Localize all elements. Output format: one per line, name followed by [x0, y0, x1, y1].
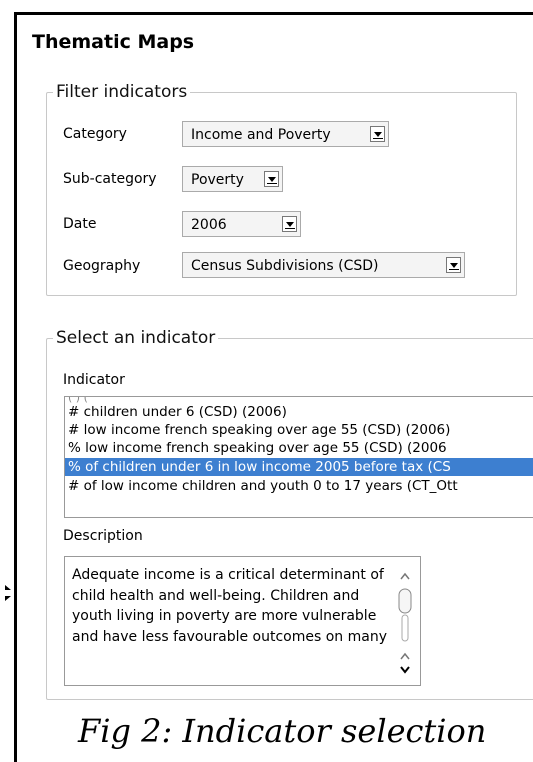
subcategory-value: Poverty — [191, 172, 244, 188]
subcategory-label: Sub-category — [63, 171, 157, 187]
list-item-selected[interactable]: % of children under 6 in low income 2005… — [65, 458, 533, 476]
figure-caption: Fig 2: Indicator selection — [78, 712, 487, 750]
geography-label: Geography — [63, 258, 141, 274]
filter-legend: Filter indicators — [56, 82, 188, 102]
description-label: Description — [63, 528, 143, 544]
category-label: Category — [63, 126, 127, 142]
category-select[interactable]: Income and Poverty — [182, 121, 389, 147]
description-text: Adequate income is a critical determinan… — [72, 567, 387, 645]
description-textarea[interactable]: Adequate income is a critical determinan… — [64, 556, 421, 686]
chevron-down-icon[interactable] — [282, 216, 297, 232]
resize-handle-icon[interactable] — [2, 582, 14, 604]
date-value: 2006 — [191, 217, 227, 233]
chevron-up-icon — [400, 572, 410, 580]
chevron-down-icon — [400, 666, 410, 674]
date-label: Date — [63, 216, 97, 232]
list-item[interactable]: % low income french speaking over age 55… — [68, 439, 447, 457]
indicator-legend: Select an indicator — [56, 328, 216, 348]
geography-value: Census Subdivisions (CSD) — [191, 258, 379, 274]
category-value: Income and Poverty — [191, 127, 331, 143]
chevron-up-icon — [400, 652, 410, 660]
geography-select[interactable]: Census Subdivisions (CSD) — [182, 252, 465, 278]
page-title: Thematic Maps — [32, 31, 195, 53]
chevron-down-icon[interactable] — [370, 126, 385, 142]
list-item[interactable]: # low income french speaking over age 55… — [68, 421, 450, 439]
chevron-down-icon[interactable] — [446, 257, 461, 273]
list-item[interactable]: # of low income children and youth 0 to … — [68, 477, 458, 495]
scroll-thumb — [398, 588, 412, 614]
scroll-track — [401, 614, 409, 642]
indicator-label: Indicator — [63, 372, 125, 388]
subcategory-select[interactable]: Poverty — [182, 166, 283, 192]
date-select[interactable]: 2006 — [182, 211, 301, 237]
indicator-listbox[interactable]: ( ) ( # children under 6 (CSD) (2006) # … — [64, 396, 533, 518]
list-item[interactable]: # children under 6 (CSD) (2006) — [68, 403, 287, 421]
description-scrollbar[interactable] — [396, 565, 414, 677]
chevron-down-icon[interactable] — [264, 171, 279, 187]
